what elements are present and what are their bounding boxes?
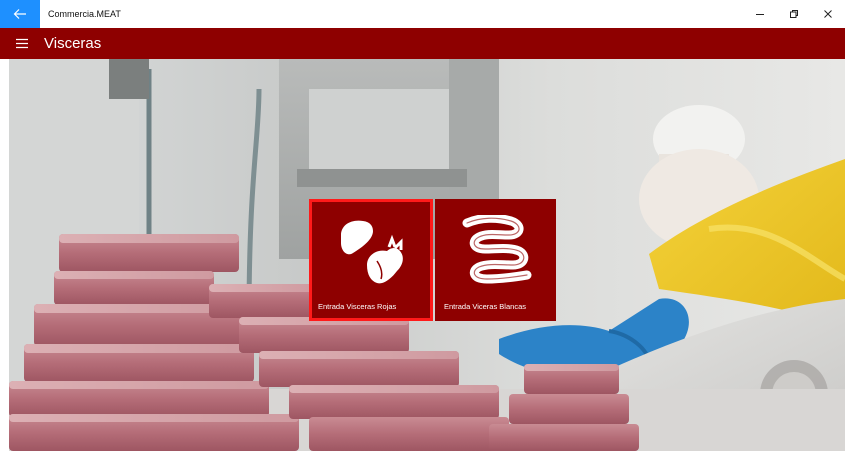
- hamburger-menu-button[interactable]: [0, 28, 44, 59]
- close-button[interactable]: [811, 0, 845, 28]
- tile-entrada-viceras-blancas[interactable]: Entrada Viceras Blancas: [435, 199, 556, 321]
- window-titlebar: Commercia.MEAT: [0, 0, 845, 28]
- tile-entrada-visceras-rojas[interactable]: Entrada Visceras Rojas: [309, 199, 433, 321]
- page-title: Visceras: [44, 35, 102, 52]
- tile-label: Entrada Visceras Rojas: [318, 302, 397, 311]
- window-controls: [743, 0, 845, 28]
- intestine-icon: [462, 215, 532, 284]
- restore-button[interactable]: [777, 0, 811, 28]
- close-icon: [824, 10, 832, 18]
- app-header: Visceras: [0, 28, 845, 59]
- hamburger-icon: [16, 38, 28, 49]
- back-arrow-icon: [13, 9, 26, 19]
- minimize-button[interactable]: [743, 0, 777, 28]
- minimize-icon: [756, 14, 764, 15]
- app-title: Commercia.MEAT: [48, 9, 121, 19]
- back-button[interactable]: [0, 0, 40, 28]
- tile-label: Entrada Viceras Blancas: [444, 302, 526, 311]
- restore-icon: [790, 10, 798, 18]
- organs-icon: [341, 220, 403, 284]
